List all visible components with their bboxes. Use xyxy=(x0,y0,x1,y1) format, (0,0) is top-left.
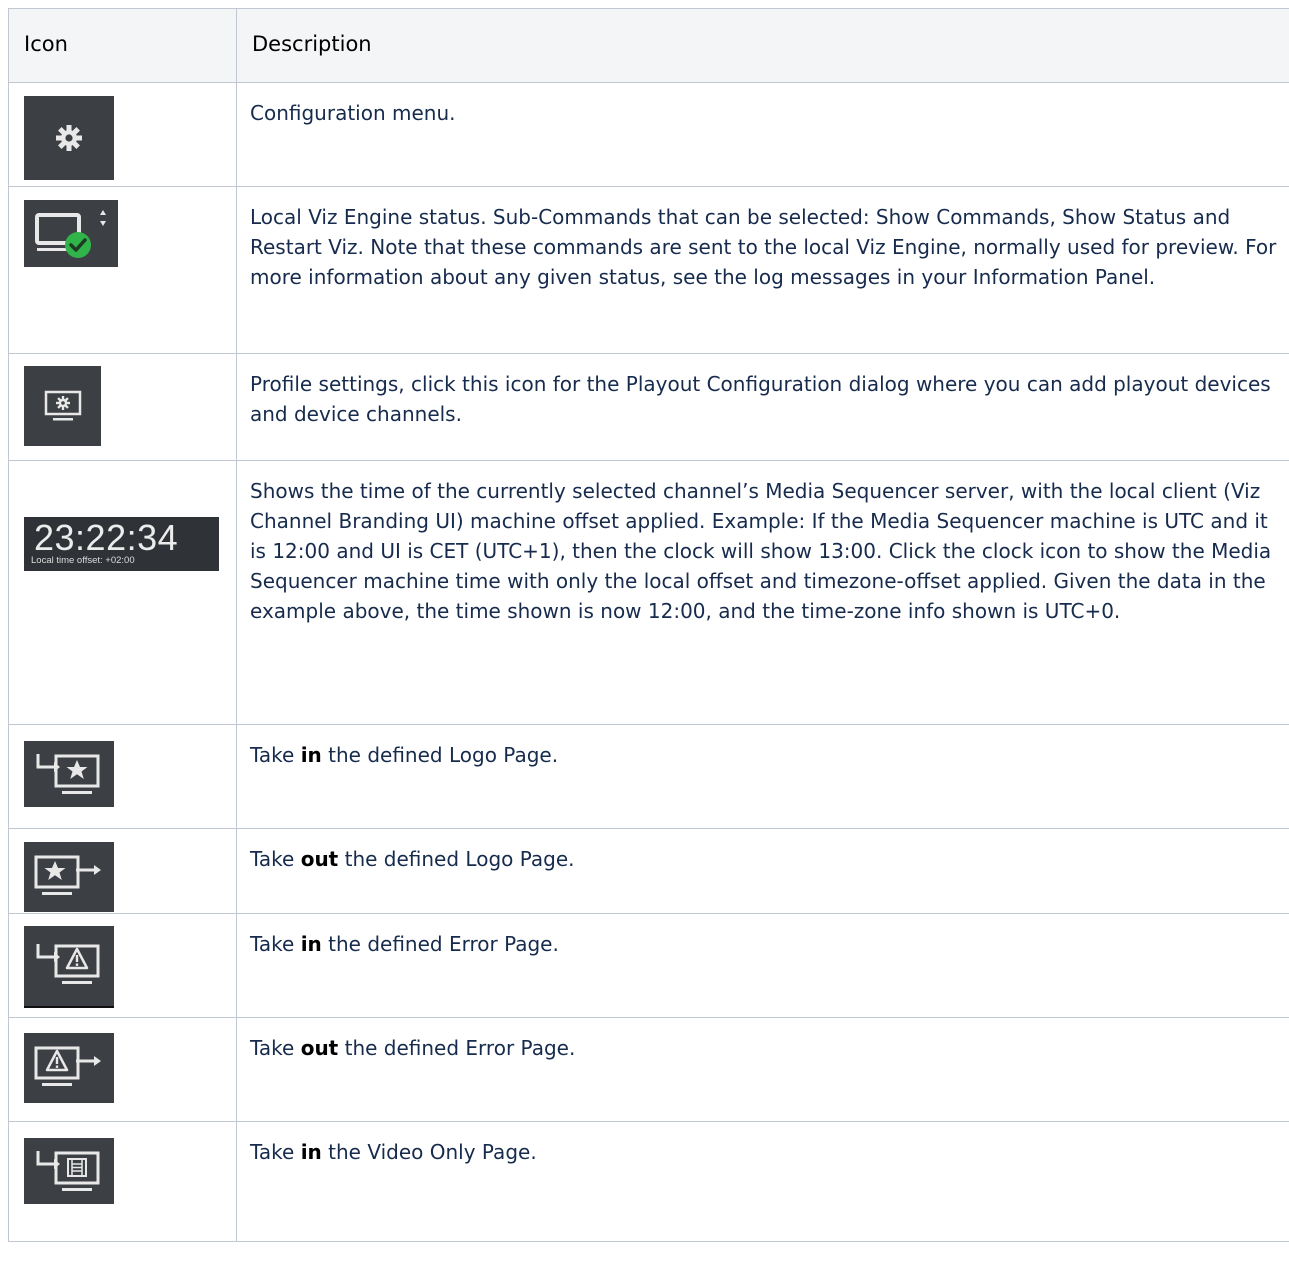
table-row: Profile settings, click this icon for th… xyxy=(8,353,1289,461)
description-cell: Take out the defined Error Page. xyxy=(236,1017,1289,1122)
icon-cell xyxy=(8,186,237,354)
clock-icon[interactable]: 23:22:34 Local time offset: +02:00 xyxy=(24,517,219,571)
description-cell: Configuration menu. xyxy=(236,82,1289,187)
table-row: Take in the defined Error Page. xyxy=(8,913,1289,1018)
description-cell: Take in the Video Only Page. xyxy=(236,1121,1289,1242)
description-text: Shows the time of the currently selected… xyxy=(250,479,1272,623)
icon-cell xyxy=(8,828,237,914)
description-cell: Profile settings, click this icon for th… xyxy=(236,353,1289,461)
take-out-error-icon xyxy=(24,1033,114,1103)
description-text: Local Viz Engine status. Sub-Commands th… xyxy=(250,205,1277,289)
icon-cell xyxy=(8,1017,237,1122)
description-text: Take out the defined Logo Page. xyxy=(250,847,575,871)
header-description-cell: Description xyxy=(236,8,1289,83)
take-in-logo-icon xyxy=(24,741,114,807)
description-text: Take in the defined Logo Page. xyxy=(250,743,559,767)
keyword: out xyxy=(300,1036,339,1060)
keyword: out xyxy=(300,847,339,871)
take-out-logo-icon xyxy=(24,842,114,912)
table-row: 23:22:34 Local time offset: +02:00 Shows… xyxy=(8,460,1289,725)
icon-cell xyxy=(8,82,237,187)
description-text: Take in the Video Only Page. xyxy=(250,1140,537,1164)
take-in-error-icon xyxy=(24,926,114,1008)
icon-cell xyxy=(8,913,237,1018)
icon-cell xyxy=(8,353,237,461)
table-row: Take in the defined Logo Page. xyxy=(8,724,1289,829)
header-icon-label: Icon xyxy=(24,32,68,56)
table-row: Configuration menu. xyxy=(8,82,1289,187)
keyword: in xyxy=(300,932,322,956)
table-row: Take in the Video Only Page. xyxy=(8,1121,1289,1242)
description-cell: Take in the defined Logo Page. xyxy=(236,724,1289,829)
description-text: Take in the defined Error Page. xyxy=(250,932,559,956)
description-cell: Local Viz Engine status. Sub-Commands th… xyxy=(236,186,1289,354)
table-row: Local Viz Engine status. Sub-Commands th… xyxy=(8,186,1289,354)
take-in-video-icon xyxy=(24,1138,114,1204)
engine-status-icon xyxy=(24,200,118,267)
header-description-label: Description xyxy=(252,32,372,56)
clock-offset: Local time offset: +02:00 xyxy=(31,555,135,566)
profile-settings-icon xyxy=(24,366,101,446)
table-header-row: Icon Description xyxy=(8,8,1289,83)
icon-cell xyxy=(8,724,237,829)
gear-icon xyxy=(24,96,114,180)
icon-description-table: Icon Description Configuration menu. Loc… xyxy=(8,8,1289,1242)
description-cell: Take out the defined Logo Page. xyxy=(236,828,1289,914)
header-icon-cell: Icon xyxy=(8,8,237,83)
keyword: in xyxy=(300,1140,322,1164)
description-cell: Take in the defined Error Page. xyxy=(236,913,1289,1018)
table-row: Take out the defined Error Page. xyxy=(8,1017,1289,1122)
description-cell: Shows the time of the currently selected… xyxy=(236,460,1289,725)
description-text: Configuration menu. xyxy=(250,101,456,125)
icon-cell xyxy=(8,1121,237,1242)
description-text: Profile settings, click this icon for th… xyxy=(250,372,1271,426)
description-text: Take out the defined Error Page. xyxy=(250,1036,576,1060)
keyword: in xyxy=(300,743,322,767)
clock-time: 23:22:34 xyxy=(34,517,179,558)
icon-cell: 23:22:34 Local time offset: +02:00 xyxy=(8,460,237,725)
table-row: Take out the defined Logo Page. xyxy=(8,828,1289,914)
